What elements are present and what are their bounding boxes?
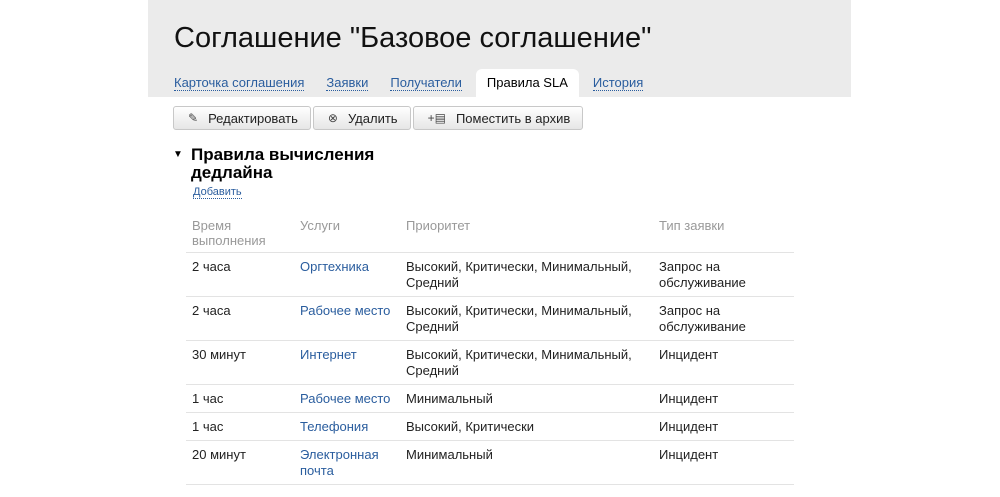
time-cell: 1 час (186, 384, 294, 413)
page-title: Соглашение "Базовое соглашение" (174, 22, 652, 54)
section-title[interactable]: ▼ Правила вычисления дедлайна (173, 146, 411, 182)
column-header-priority: Приоритет (400, 214, 653, 253)
collapse-triangle-icon[interactable]: ▼ (173, 146, 183, 164)
close-circle-icon: ⊗ (327, 111, 338, 125)
service-link[interactable]: Телефония (294, 412, 400, 441)
archive-label: Поместить в архив (455, 110, 571, 126)
delete-button[interactable]: ⊗ Удалить (312, 106, 411, 130)
time-cell: 30 минут (186, 340, 294, 385)
archive-button[interactable]: +▤ Поместить в архив (412, 106, 584, 130)
service-link[interactable]: Рабочее место (294, 296, 400, 341)
service-link[interactable]: Рабочее место (294, 384, 400, 413)
pencil-icon: ✎ (188, 111, 199, 125)
column-header-time: Время выполнения (186, 214, 294, 253)
priority-cell: Минимальный (400, 384, 653, 413)
edit-button[interactable]: ✎ Редактировать (173, 106, 311, 130)
service-link[interactable]: Электронная почта (294, 440, 400, 485)
service-link[interactable]: Оргтехника (294, 252, 400, 297)
sla-rules-table: Время выполнения Услуги Приоритет Тип за… (186, 214, 794, 485)
toolbar: ✎ Редактировать ⊗ Удалить +▤ Поместить в ар… (173, 106, 585, 130)
table-row: 2 часа Оргтехника Высокий, Критически, Мин… (186, 252, 794, 297)
tab-agreement-card[interactable]: Карточка соглашения (166, 69, 312, 98)
column-header-request-type: Тип заявки (653, 214, 794, 253)
time-cell: 2 часа (186, 252, 294, 297)
tab-label: Заявки (326, 75, 369, 91)
archive-icon: +▤ (427, 111, 446, 125)
priority-cell: Высокий, Критически, Минимальный, Средни… (400, 296, 653, 341)
page-header: Соглашение "Базовое соглашение" Карточка… (148, 0, 851, 98)
priority-cell: Минимальный (400, 440, 653, 485)
time-cell: 20 минут (186, 440, 294, 485)
tab-history[interactable]: История (585, 69, 651, 98)
request-type-cell: Запрос на обслуживание (653, 296, 794, 341)
request-type-cell: Инцидент (653, 340, 794, 385)
deadline-rules-section: ▼ Правила вычисления дедлайна Добавить (173, 146, 411, 200)
request-type-cell: Инцидент (653, 440, 794, 485)
edit-label: Редактировать (208, 110, 298, 126)
section-title-text: Правила вычисления дедлайна (191, 145, 375, 182)
priority-cell: Высокий, Критически (400, 412, 653, 441)
delete-label: Удалить (347, 110, 398, 126)
priority-cell: Высокий, Критически, Минимальный, Средни… (400, 340, 653, 385)
add-link[interactable]: Добавить (193, 186, 242, 199)
tab-label: История (592, 75, 644, 91)
service-link[interactable]: Интернет (294, 340, 400, 385)
request-type-cell: Инцидент (653, 412, 794, 441)
tab-sla-rules[interactable]: Правила SLA (475, 69, 579, 98)
request-type-cell: Запрос на обслуживание (653, 252, 794, 297)
time-cell: 1 час (186, 412, 294, 441)
time-cell: 2 часа (186, 296, 294, 341)
table-row: 2 часа Рабочее место Высокий, Критически, … (186, 296, 794, 341)
column-header-services: Услуги (294, 214, 400, 253)
table-row: 1 час Телефония Высокий, Критически Инциден… (186, 412, 794, 441)
table-row: 1 час Рабочее место Минимальный Инцидент (186, 384, 794, 413)
table-row: 30 минут Интернет Высокий, Критически, Мин… (186, 340, 794, 385)
tab-label: Получатели (390, 75, 462, 91)
table-row: 20 минут Электронная почта Минимальный Инци… (186, 440, 794, 485)
priority-cell: Высокий, Критически, Минимальный, Средни… (400, 252, 653, 297)
tab-label: Карточка соглашения (174, 75, 305, 91)
request-type-cell: Инцидент (653, 384, 794, 413)
tab-label: Правила SLA (486, 75, 568, 90)
tab-recipients[interactable]: Получатели (382, 69, 470, 98)
tab-requests[interactable]: Заявки (318, 69, 376, 98)
tabs: Карточка соглашения Заявки Получатели Пр… (166, 69, 657, 98)
